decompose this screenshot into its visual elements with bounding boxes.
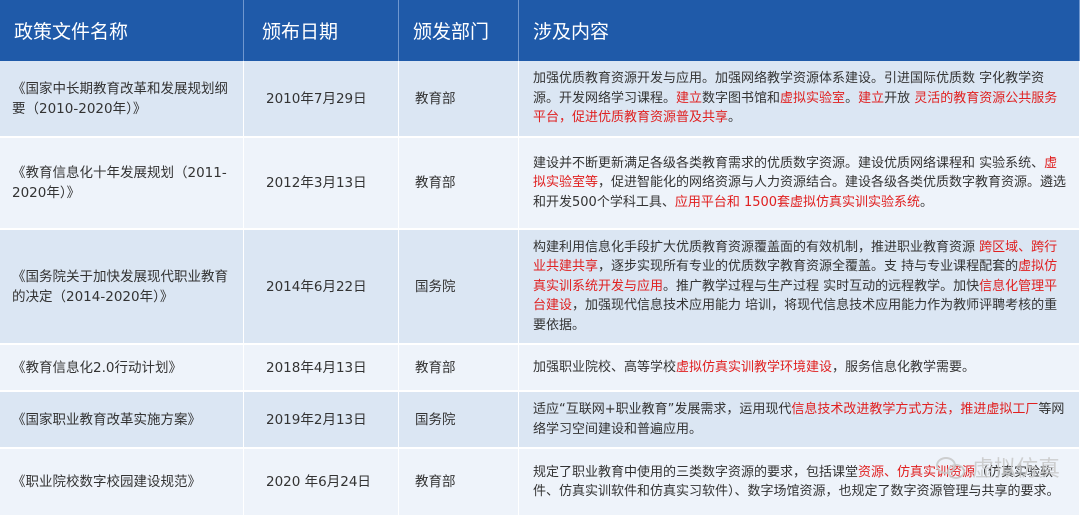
content-text: 加强优质教育资源开发与应用。加强网络教学资源体系建设。引进国际优质数 字化教学资… — [533, 69, 1067, 128]
content-segment: ，逐步实现所有专业的优质数字教育资源全覆盖。支 持与专业课程配套的 — [598, 259, 1019, 275]
content-segment: 开放 — [884, 90, 915, 106]
highlighted-text: 建立 — [676, 90, 703, 106]
content-cell: 建设并不断更新满足各级各类教育需求的优质数字资源。建设优质网络课程和 实验系统、… — [519, 138, 1080, 230]
content-text: 加强职业院校、高等学校虚拟仿真实训教学环境建设，服务信息化教学需要。 — [533, 358, 975, 378]
content-cell: 适应“互联网+职业教育”发展需求，运用现代信息技术改进教学方式方法，推进虚拟工厂… — [519, 392, 1080, 449]
highlighted-text: 虚拟实验室 — [780, 90, 846, 106]
highlighted-text: 建立 — [858, 90, 885, 106]
header-issue-date: 颁布日期 — [244, 0, 399, 61]
policy-name-cell: 《职业院校数字校园建设规范》 — [0, 449, 244, 517]
content-segment: 。 — [845, 90, 859, 106]
content-segment: 构建利用信息化手段扩大优质教育资源覆盖面的有效机制，推进职业教育资源 — [533, 239, 980, 255]
issue-date-cell: 2018年4月13日 — [244, 345, 399, 392]
issuing-dept-cell: 教育部 — [399, 61, 519, 138]
content-segment: 。 — [728, 110, 742, 126]
policy-name-cell: 《国家中长期教育改革和发展规划纲要（2010-2020年）》 — [0, 61, 244, 138]
content-cell: 规定了职业教育中使用的三类数字资源的要求，包括课堂资源、仿真实训资源（仿真实验软… — [519, 449, 1080, 517]
content-segment: 适应“互联网+职业教育”发展需求，运用现代 — [533, 402, 792, 417]
content-segment: ，加强现代信息技术应用能力 培训，将现代信息技术应用能力作为教师评聘考核的重要依… — [533, 298, 1058, 333]
highlighted-text: 应用平台和 1500套虚拟仿真实训实验系统 — [674, 194, 921, 210]
content-cell: 加强优质教育资源开发与应用。加强网络教学资源体系建设。引进国际优质数 字化教学资… — [519, 61, 1080, 138]
highlighted-text: 资源、仿真实训资源 — [858, 464, 976, 480]
issuing-dept-cell: 教育部 — [399, 449, 519, 517]
policy-name-cell: 《教育信息化2.0行动计划》 — [0, 345, 244, 392]
content-segment: 数字图书馆和 — [702, 90, 781, 106]
content-text: 建设并不断更新满足各级各类教育需求的优质数字资源。建设优质网络课程和 实验系统、… — [533, 154, 1067, 213]
content-segment: 建设并不断更新满足各级各类教育需求的优质数字资源。建设优质网络课程和 实验系统、 — [533, 155, 1045, 171]
issuing-dept-cell: 教育部 — [399, 345, 519, 392]
policy-name-cell: 《教育信息化十年发展规划（2011-2020年）》 — [0, 138, 244, 230]
content-segment: 加强职业院校、高等学校 — [533, 359, 677, 375]
issue-date-cell: 2012年3月13日 — [244, 138, 399, 230]
policy-name-cell: 《国务院关于加快发展现代职业教育的决定（2014-2020年）》 — [0, 230, 244, 345]
header-issuing-dept: 颁发部门 — [399, 0, 519, 61]
header-content: 涉及内容 — [519, 0, 1080, 61]
policy-name-cell: 《国家职业教育改革实施方案》 — [0, 392, 244, 449]
content-text: 适应“互联网+职业教育”发展需求，运用现代信息技术改进教学方式方法，推进虚拟工厂… — [533, 400, 1067, 439]
content-segment: 规定了职业教育中使用的三类数字资源的要求，包括课堂 — [533, 464, 859, 480]
issue-date-cell: 2010年7月29日 — [244, 61, 399, 138]
issuing-dept-cell: 国务院 — [399, 230, 519, 345]
content-segment: ，服务信息化教学需要。 — [832, 359, 976, 375]
issue-date-cell: 2019年2月13日 — [244, 392, 399, 449]
content-cell: 构建利用信息化手段扩大优质教育资源覆盖面的有效机制，推进职业教育资源 跨区域、跨… — [519, 230, 1080, 345]
issue-date-cell: 2014年6月22日 — [244, 230, 399, 345]
content-text: 构建利用信息化手段扩大优质教育资源覆盖面的有效机制，推进职业教育资源 跨区域、跨… — [533, 238, 1067, 336]
policy-table: 政策文件名称 颁布日期 颁发部门 涉及内容 《国家中长期教育改革和发展规划纲要（… — [0, 0, 1080, 517]
issuing-dept-cell: 教育部 — [399, 138, 519, 230]
content-text: 规定了职业教育中使用的三类数字资源的要求，包括课堂资源、仿真实训资源（仿真实验软… — [533, 463, 1067, 502]
highlighted-text: 信息技术改进教学方式方法，推进虚拟工厂 — [791, 402, 1039, 417]
content-segment: 。推广教学过程与生产过程 实时互动的远程教学。加快 — [663, 278, 980, 294]
content-cell: 加强职业院校、高等学校虚拟仿真实训教学环境建设，服务信息化教学需要。 — [519, 345, 1080, 392]
content-segment: 。 — [920, 194, 934, 210]
issuing-dept-cell: 国务院 — [399, 392, 519, 449]
highlighted-text: 虚拟仿真实训教学环境建设 — [676, 359, 833, 375]
header-policy-name: 政策文件名称 — [0, 0, 244, 61]
issue-date-cell: 2020 年6月24日 — [244, 449, 399, 517]
